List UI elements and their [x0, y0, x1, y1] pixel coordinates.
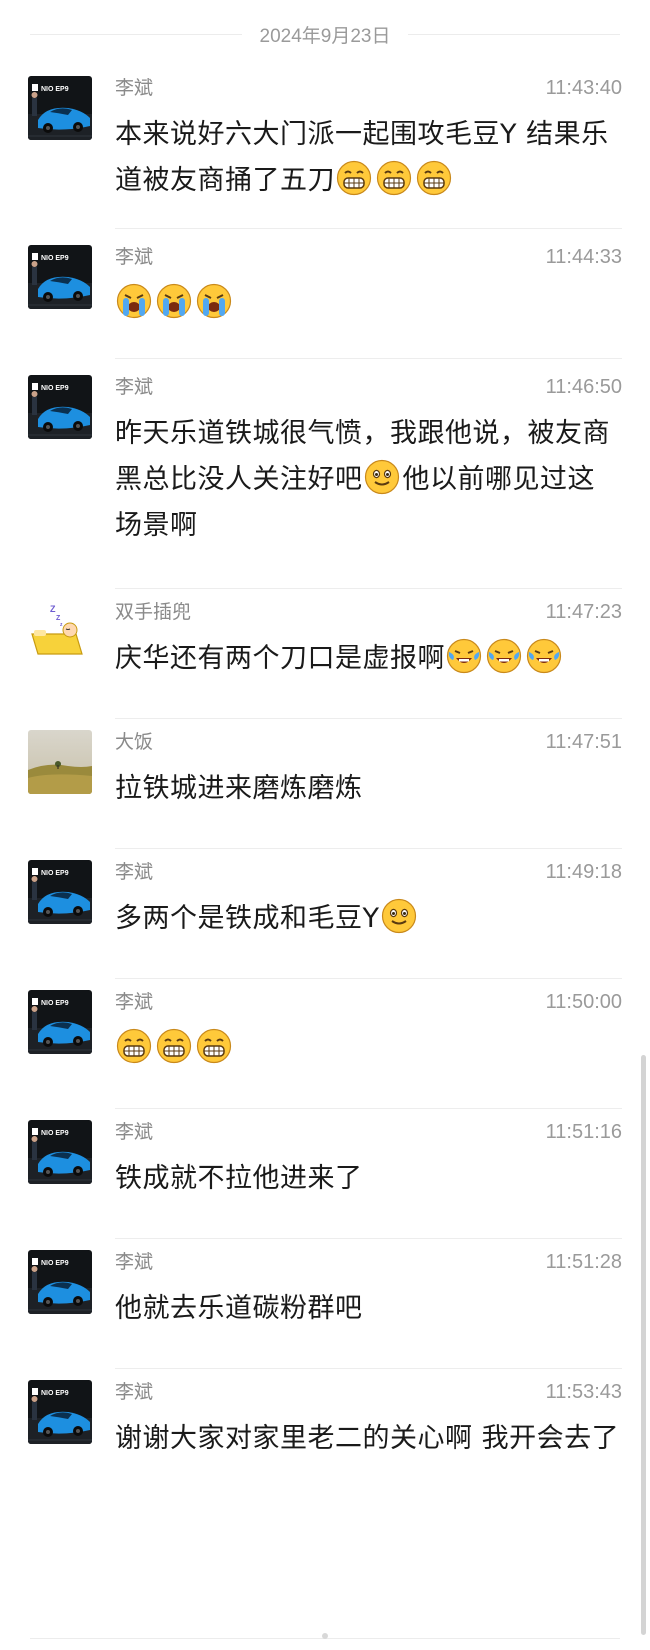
svg-text:NIO EP9: NIO EP9: [41, 1000, 69, 1007]
avatar[interactable]: NIO EP9: [28, 1250, 92, 1314]
avatar[interactable]: NIO EP9: [28, 1120, 92, 1184]
message-timestamp: 11:46:50: [545, 376, 622, 398]
grin-emoji-icon: [156, 1028, 192, 1064]
cry-emoji-icon: [116, 283, 152, 319]
sender-name: 李斌: [115, 1381, 154, 1403]
message-timestamp: 11:51:28: [545, 1251, 622, 1273]
grin-emoji-icon: [376, 160, 412, 196]
message-text-segment: 庆华还有两个刀口是虚报啊: [115, 643, 445, 674]
sender-name: 李斌: [115, 991, 154, 1013]
message-divider: [115, 228, 622, 229]
message-timestamp: 11:47:51: [545, 731, 622, 753]
laughcry-emoji-icon: [446, 638, 482, 674]
avatar[interactable]: NIO EP9: [28, 245, 92, 309]
grin-emoji-icon: [196, 1028, 232, 1064]
svg-text:NIO EP9: NIO EP9: [41, 1130, 69, 1137]
smile-emoji-icon: [364, 459, 400, 495]
message-timestamp: 11:53:43: [545, 1381, 622, 1403]
sender-name: 李斌: [115, 376, 154, 398]
message-timestamp: 11:43:40: [545, 77, 622, 99]
message-text: 多两个是铁成和毛豆Y: [115, 896, 620, 942]
avatar[interactable]: Z Z z: [28, 600, 92, 664]
svg-text:NIO EP9: NIO EP9: [41, 870, 69, 877]
cry-emoji-icon: [156, 283, 192, 319]
svg-text:Z: Z: [50, 604, 56, 614]
message-text: 本来说好六大门派一起围攻毛豆Y 结果乐道被友商捅了五刀: [115, 112, 620, 204]
sender-name: 双手插兜: [115, 601, 192, 623]
grin-emoji-icon: [116, 1028, 152, 1064]
message-divider: [115, 1368, 622, 1369]
avatar[interactable]: NIO EP9: [28, 860, 92, 924]
message-text: 他就去乐道碳粉群吧: [115, 1286, 620, 1332]
svg-text:NIO EP9: NIO EP9: [41, 1260, 69, 1267]
loading-dot: [322, 1633, 328, 1639]
message-text-segment: 多两个是铁成和毛豆Y: [115, 903, 380, 934]
sender-name: 李斌: [115, 1121, 154, 1143]
message-timestamp: 11:51:16: [545, 1121, 622, 1143]
message-text: 铁成就不拉他进来了: [115, 1156, 620, 1202]
scrollbar[interactable]: [641, 1055, 646, 1635]
message-divider: [115, 978, 622, 979]
sender-name: 李斌: [115, 77, 154, 99]
message-text: [115, 281, 620, 327]
date-separator: 2024年9月23日: [30, 20, 620, 48]
svg-text:NIO EP9: NIO EP9: [41, 1390, 69, 1397]
avatar[interactable]: NIO EP9: [28, 76, 92, 140]
message-text-segment: 拉铁城进来磨炼磨炼: [115, 773, 363, 804]
message-text: 谢谢大家对家里老二的关心啊 我开会去了: [115, 1416, 620, 1462]
message-text: 庆华还有两个刀口是虚报啊: [115, 636, 620, 682]
smile-emoji-icon: [381, 898, 417, 934]
message-text: [115, 1026, 620, 1072]
grin-emoji-icon: [336, 160, 372, 196]
message-text: 拉铁城进来磨炼磨炼: [115, 766, 620, 812]
message-divider: [115, 358, 622, 359]
laughcry-emoji-icon: [526, 638, 562, 674]
sender-name: 李斌: [115, 861, 154, 883]
sender-name: 李斌: [115, 246, 154, 268]
sender-name: 李斌: [115, 1251, 154, 1273]
message-timestamp: 11:44:33: [545, 246, 622, 268]
message-text-segment: 谢谢大家对家里老二的关心啊 我开会去了: [115, 1423, 620, 1454]
date-separator-line-right: [408, 33, 620, 35]
avatar[interactable]: NIO EP9: [28, 375, 92, 439]
message-text-segment: 他就去乐道碳粉群吧: [115, 1293, 363, 1324]
message-divider: [115, 848, 622, 849]
message-timestamp: 11:47:23: [545, 601, 622, 623]
laughcry-emoji-icon: [486, 638, 522, 674]
message-text: 昨天乐道铁城很气愤，我跟他说，被友商黑总比没人关注好吧 他以前哪见过这场景啊: [115, 411, 620, 549]
message-divider: [115, 718, 622, 719]
sender-name: 大饭: [115, 731, 154, 753]
message-divider: [115, 1108, 622, 1109]
svg-text:NIO EP9: NIO EP9: [41, 385, 69, 392]
message-text-segment: 铁成就不拉他进来了: [115, 1163, 363, 1194]
grin-emoji-icon: [416, 160, 452, 196]
cry-emoji-icon: [196, 283, 232, 319]
message-timestamp: 11:49:18: [545, 861, 622, 883]
message-timestamp: 11:50:00: [545, 991, 622, 1013]
date-separator-line-left: [30, 33, 242, 35]
avatar[interactable]: NIO EP9: [28, 990, 92, 1054]
svg-text:Z: Z: [56, 615, 61, 622]
date-separator-text: 2024年9月23日: [259, 25, 391, 47]
avatar[interactable]: NIO EP9: [28, 1380, 92, 1444]
message-divider: [115, 1238, 622, 1239]
svg-text:NIO EP9: NIO EP9: [41, 86, 69, 93]
avatar[interactable]: [28, 730, 92, 794]
svg-text:NIO EP9: NIO EP9: [41, 255, 69, 262]
message-divider: [115, 588, 622, 589]
